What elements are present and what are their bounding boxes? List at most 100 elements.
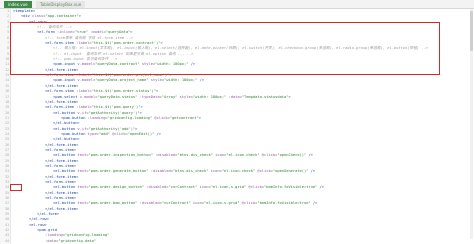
code-token: "true" xyxy=(74,30,89,35)
code-token: "getcontract" xyxy=(169,115,199,120)
code-token: > xyxy=(198,115,201,120)
code-token: </el-button> xyxy=(53,137,80,142)
code-token: "pom.order.bom_button" xyxy=(88,201,138,206)
code-token: "Tempdata.statusdata" xyxy=(241,94,289,99)
code-token: text xyxy=(77,153,87,158)
code-token: "btns.dis_check" xyxy=(177,153,213,158)
code-token: <el-form-item xyxy=(45,89,77,94)
code-token: :loading xyxy=(45,233,63,238)
code-token: <el-row> xyxy=(29,222,47,227)
code-token: "getAuthority('query')" xyxy=(88,110,140,115)
code-token: type xyxy=(87,131,97,136)
code-token: "queryData.status" xyxy=(97,94,138,99)
code-token: style xyxy=(177,94,191,99)
code-token: /> xyxy=(306,153,313,158)
code-token: "pom.order.design_button" xyxy=(88,185,145,190)
code-token: :disabled xyxy=(144,185,167,190)
code-token: /> xyxy=(197,78,205,83)
code-token: :label xyxy=(76,105,90,110)
editor-tab-bar: index.vue TableDisplayBox.vue xyxy=(0,0,474,9)
code-token: <!-- 查询条件 --> xyxy=(37,25,72,30)
code-token: :label xyxy=(76,73,90,78)
code-token: :disabled xyxy=(152,153,176,158)
code-token: <pom-button xyxy=(61,115,88,120)
code-token: class xyxy=(32,14,44,19)
code-token: </el-row> xyxy=(29,217,49,222)
code-token: @click xyxy=(246,185,262,190)
code-token: text xyxy=(77,185,87,190)
code-token: <pom-input xyxy=(53,62,78,67)
code-token: "openEdit()" xyxy=(127,131,155,136)
code-token: :typeData xyxy=(137,94,160,99)
tab-table-display-box[interactable]: TableDisplayBox.vue xyxy=(36,1,86,8)
code-token: "el-icon-s-grid" xyxy=(210,185,247,190)
code-token: /> xyxy=(310,201,318,206)
code-token: "queryData.contract" xyxy=(95,62,140,67)
code-token: style xyxy=(139,62,153,67)
code-token: <!-- el-input 查询条件 el-select 如果是字典 el-op… xyxy=(53,51,194,56)
code-token: <el-button xyxy=(53,126,78,131)
scroll-thumb[interactable] xyxy=(470,11,473,51)
code-token: <!-- form表单 查询框 字段 el-form-item --> xyxy=(45,35,133,40)
code-token: </el-form-item> xyxy=(45,190,79,195)
code-token: <el-form-item xyxy=(45,105,77,110)
code-token: <el-button xyxy=(53,169,78,174)
code-token: </el-form-item> xyxy=(45,83,79,88)
code-token: > xyxy=(135,126,138,131)
code-token: <template> xyxy=(13,9,36,13)
line-number: 44 xyxy=(5,238,9,243)
code-token: /> xyxy=(317,185,324,190)
highlight-annotation-marker xyxy=(10,184,22,191)
code-token: v-if xyxy=(77,110,87,115)
code-token: :data xyxy=(226,94,240,99)
code-token: <el-row> xyxy=(29,19,47,24)
code-token: :model xyxy=(88,30,104,35)
code-token: <pom-input xyxy=(53,78,78,83)
code-token: "width: 180px;" xyxy=(192,94,227,99)
code-token: "app-container" xyxy=(45,14,79,19)
code-token: "curContract" xyxy=(161,201,191,206)
code-token: <!-- pom-input 显示查询条件 --> xyxy=(53,57,118,62)
code-token: @click xyxy=(109,131,126,136)
code-token: > xyxy=(160,41,163,46)
code-token: "openGenerate()" xyxy=(272,169,309,174)
code-token: <el-form-item> xyxy=(45,163,77,168)
code-token: </el-form-item> xyxy=(45,158,79,163)
code-token: <el-form-item xyxy=(45,73,77,78)
code-token: "this.$t('pom.order.status')" xyxy=(91,89,157,94)
code-token: v-model xyxy=(79,94,96,99)
code-token: @click xyxy=(259,153,276,158)
code-line[interactable]: 44:data="gridconfig.data" xyxy=(0,239,474,244)
code-token: <el-form-item> xyxy=(45,180,77,184)
code-token: <el-button xyxy=(53,110,78,115)
code-token: > xyxy=(140,105,143,110)
code-token: "width: 180px;" xyxy=(155,62,189,67)
tab-index-vue[interactable]: index.vue xyxy=(4,1,32,8)
code-token: <pom-button xyxy=(61,131,88,136)
code-area[interactable]: 1 <template> 2 <div class="app-container"> 3… xyxy=(0,9,474,244)
code-token: "gridconfig.loading" xyxy=(65,233,110,238)
code-token: @click xyxy=(239,201,256,206)
code-token: </el-button> xyxy=(53,121,80,126)
code-token: /> xyxy=(188,62,196,67)
code-token: icon xyxy=(208,169,220,174)
code-token: > xyxy=(288,94,291,99)
code-token: <div xyxy=(21,14,33,19)
code-token: v-model xyxy=(77,62,93,67)
vertical-scrollbar[interactable] xyxy=(470,9,473,239)
code-token: "getAuthority('add')" xyxy=(88,126,136,131)
code-token: :loading xyxy=(87,115,106,120)
code-token: "width: 180px;" xyxy=(164,78,198,83)
code-token: <el-button xyxy=(53,185,78,190)
code-token: v-model xyxy=(77,78,93,83)
code-token: <el-form xyxy=(37,30,57,35)
code-token: "pom.order.generate_button" xyxy=(88,169,149,174)
code-token: :disabled xyxy=(137,201,160,206)
code-editor[interactable]: 1 <template> 2 <div class="app-container"> 3… xyxy=(0,9,474,244)
code-token: "queryData.project_name" xyxy=(95,78,149,83)
code-token: icon xyxy=(212,153,225,158)
code-token: :inline xyxy=(56,30,73,35)
code-token: icon xyxy=(190,201,202,206)
code-token: <pom-select xyxy=(53,94,80,99)
code-token: </el-form-item> xyxy=(45,142,79,147)
